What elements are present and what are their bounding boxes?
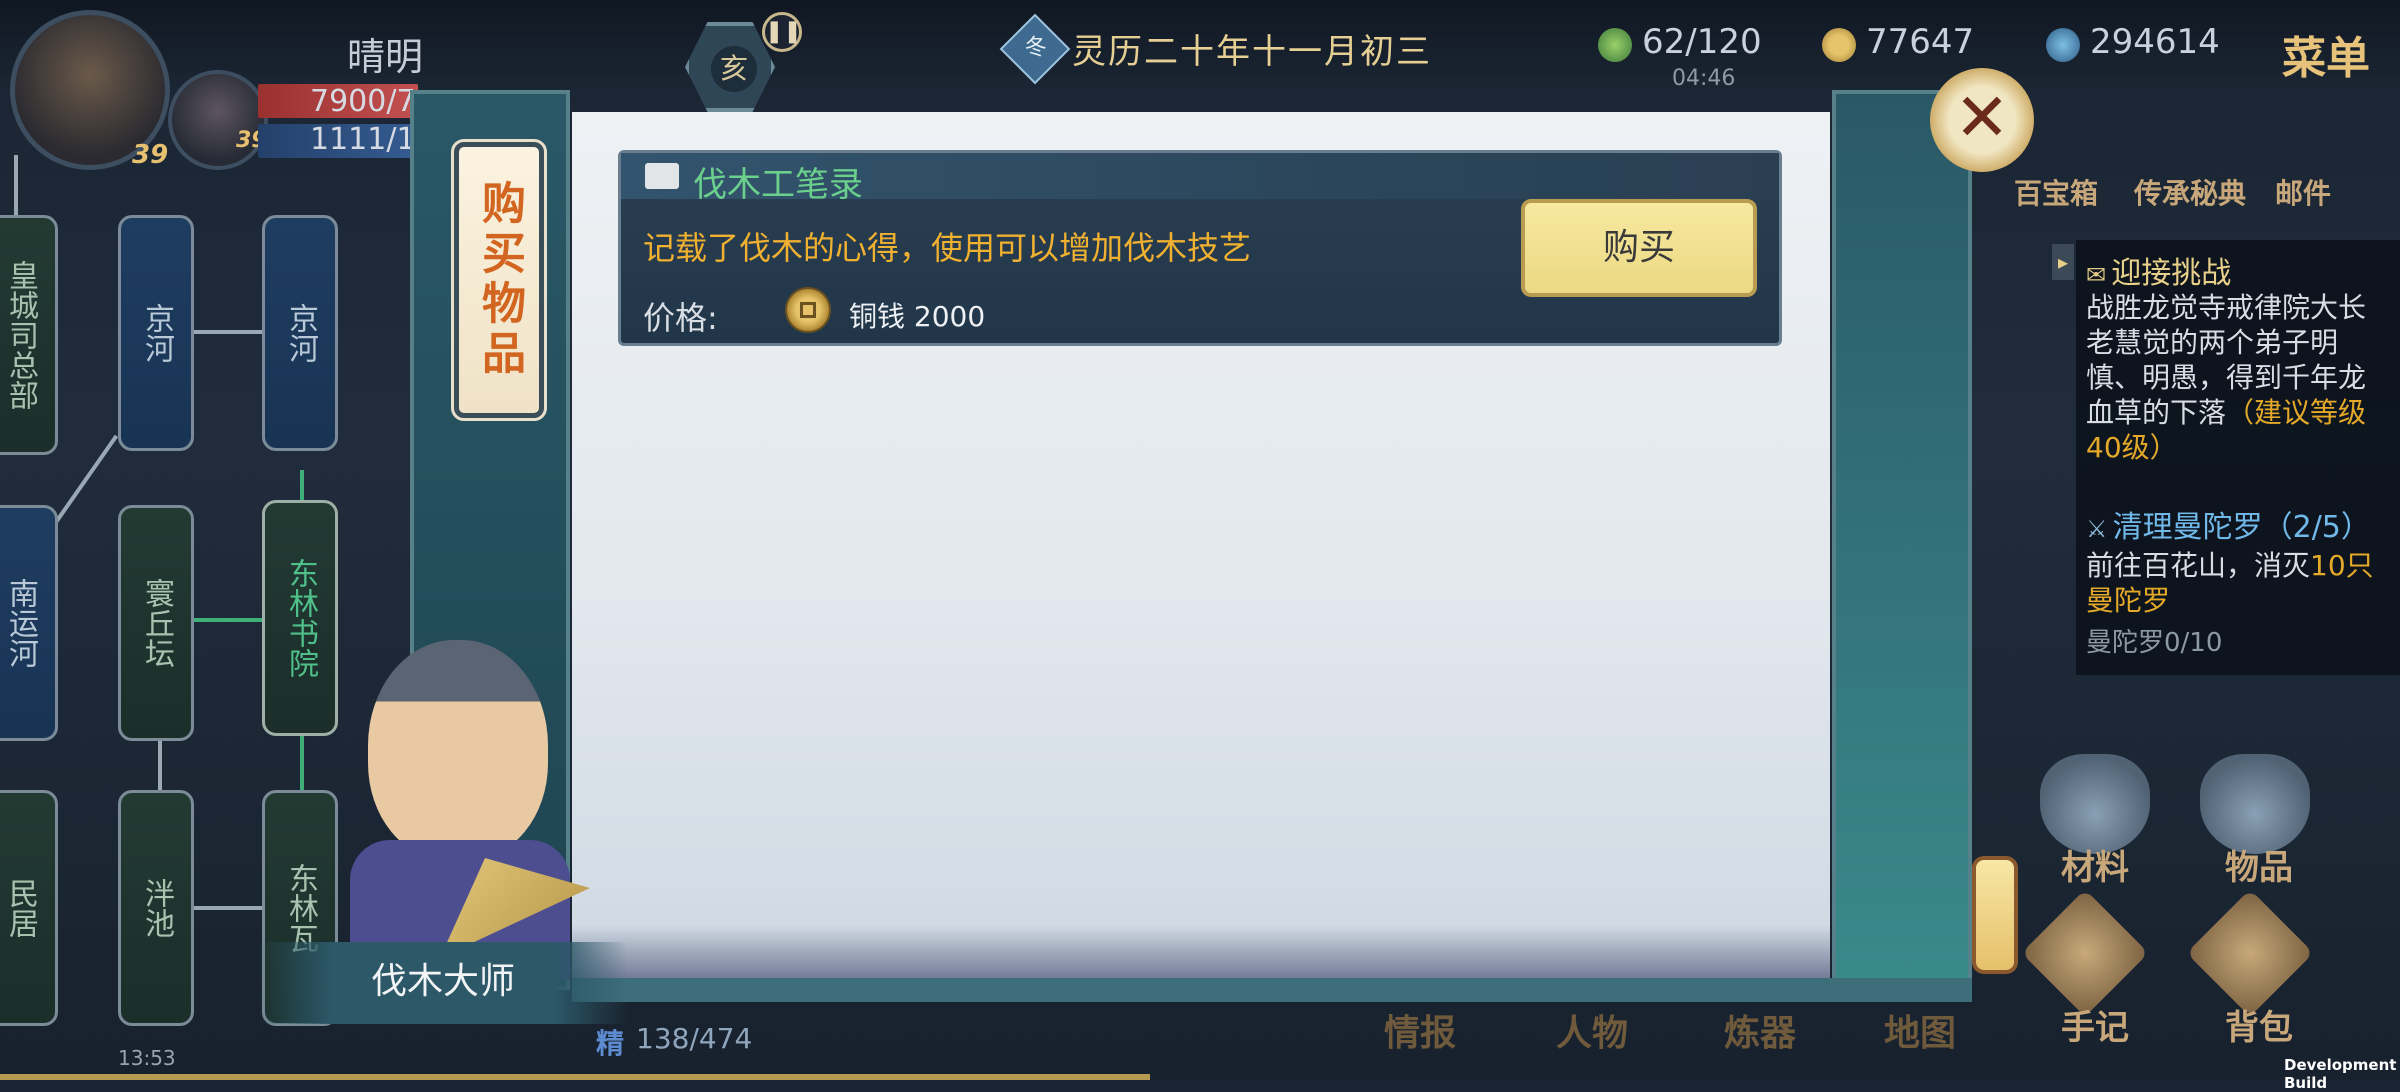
companion-avatar[interactable]	[168, 70, 268, 170]
energy-value: 138/474	[636, 1022, 753, 1055]
mail-button[interactable]: 邮件	[2258, 172, 2348, 212]
map-node[interactable]: 京河	[118, 215, 194, 451]
spirit-value: 294614	[2090, 22, 2220, 62]
season-glyph: 冬	[1024, 35, 1047, 61]
quest-description: 前往百花山，消灭10只曼陀罗	[2086, 549, 2374, 617]
items-button[interactable]: 物品	[2194, 840, 2324, 889]
map-node[interactable]: 京河	[262, 215, 338, 451]
close-button[interactable]: ✕	[1930, 68, 2034, 172]
scroll-icon: ✉	[2086, 261, 2107, 289]
legacy-codex-button[interactable]: 传承秘典	[2120, 172, 2260, 212]
map-node-current[interactable]: 东林书院	[262, 500, 338, 736]
lantern-decoration	[1972, 856, 2018, 974]
npc-name: 伐木大师	[370, 961, 515, 1002]
materials-button[interactable]: 材料	[2030, 840, 2160, 889]
game-date: 灵历二十年十一月初三	[1072, 32, 1432, 72]
hp-value: 7900/7	[310, 84, 416, 119]
price-value: 铜钱 2000	[849, 300, 986, 333]
quest-tracker[interactable]: ▸ ✉ 迎接挑战 战胜龙觉寺戒律院大长老慧觉的两个弟子明慎、明愚，得到千年龙血草…	[2052, 240, 2400, 675]
journal-icon[interactable]	[2021, 889, 2149, 1017]
tab-forging[interactable]: 炼器	[1724, 1004, 1796, 1056]
stamina-value: 62/120	[1642, 22, 1762, 62]
journal-button[interactable]: 手记	[2030, 1000, 2160, 1049]
tab-intel[interactable]: 情报	[1384, 1004, 1456, 1056]
map-node[interactable]: 民居	[0, 790, 58, 1026]
player-name: 晴明	[346, 35, 423, 79]
dialog-title: 购买物品	[451, 139, 547, 421]
price-label: 价格:	[643, 299, 718, 337]
backpack-button[interactable]: 背包	[2194, 1000, 2324, 1049]
items-bag-icon[interactable]	[2200, 754, 2310, 854]
copper-coin-icon	[785, 287, 831, 333]
shop-item-card[interactable]: 伐木工笔录 记载了伐木的心得，使用可以增加伐木技艺 价格: 铜钱 2000 购买	[618, 150, 1782, 346]
treasure-box-button[interactable]: 百宝箱	[1998, 172, 2114, 212]
map-node[interactable]: 皇城司总部	[0, 215, 58, 455]
stamina-icon	[1598, 28, 1632, 62]
backpack-icon[interactable]	[2186, 889, 2314, 1017]
quest-title: 迎接挑战	[2111, 256, 2232, 291]
player-level: 39	[132, 140, 169, 170]
quest-description: 战胜龙觉寺戒律院大长老慧觉的两个弟子明慎、明愚，得到千年龙血草的下落（建议等级4…	[2086, 291, 2367, 464]
item-description: 记载了伐木的心得，使用可以增加伐木技艺	[643, 229, 1252, 267]
quest-item[interactable]: ⚔ 清理曼陀罗（2/5）	[2086, 502, 2371, 546]
dialog-frame-right	[1832, 90, 1972, 990]
copper-coin-icon	[1822, 28, 1856, 62]
quest-title: 清理曼陀罗（2/5）	[2112, 510, 2371, 545]
npc-head	[368, 640, 548, 860]
dialog-base-rail	[572, 978, 1972, 1002]
quest-progress: 曼陀罗0/10	[2086, 628, 2223, 658]
bottom-strip	[0, 1074, 1150, 1080]
map-node[interactable]: 南运河	[0, 505, 58, 741]
pause-button[interactable]: ❚❚	[762, 12, 802, 52]
collapse-arrow-icon[interactable]: ▸	[2052, 244, 2074, 280]
hour-glyph: 亥	[711, 46, 757, 92]
map-path	[14, 155, 18, 215]
tab-characters[interactable]: 人物	[1556, 1004, 1628, 1056]
map-path	[300, 730, 304, 790]
mp-value: 1111/1	[310, 122, 416, 157]
book-icon	[645, 163, 679, 189]
tab-map[interactable]: 地图	[1884, 1004, 1956, 1056]
energy-label: 精	[596, 1027, 625, 1060]
device-clock: 13:53	[118, 1046, 176, 1070]
map-node[interactable]: 寰丘坛	[118, 505, 194, 741]
sword-icon: ⚔	[2086, 515, 2108, 543]
map-node[interactable]: 泮池	[118, 790, 194, 1026]
buy-button[interactable]: 购买	[1521, 199, 1757, 297]
stamina-timer: 04:46	[1672, 66, 1736, 91]
copper-value: 77647	[1866, 22, 1975, 62]
map-path	[158, 735, 162, 790]
materials-bag-icon[interactable]	[2040, 754, 2150, 854]
spirit-icon	[2046, 28, 2080, 62]
dev-build-watermark: Development Build	[2284, 1056, 2397, 1092]
item-header: 伐木工笔录	[621, 153, 1779, 205]
menu-button[interactable]: 菜单	[2282, 22, 2370, 86]
item-name: 伐木工笔录	[693, 165, 863, 205]
pause-icon: ❚❚	[765, 19, 802, 44]
dialog-shadow	[572, 925, 1830, 978]
quest-item[interactable]: ✉ 迎接挑战	[2086, 248, 2231, 292]
